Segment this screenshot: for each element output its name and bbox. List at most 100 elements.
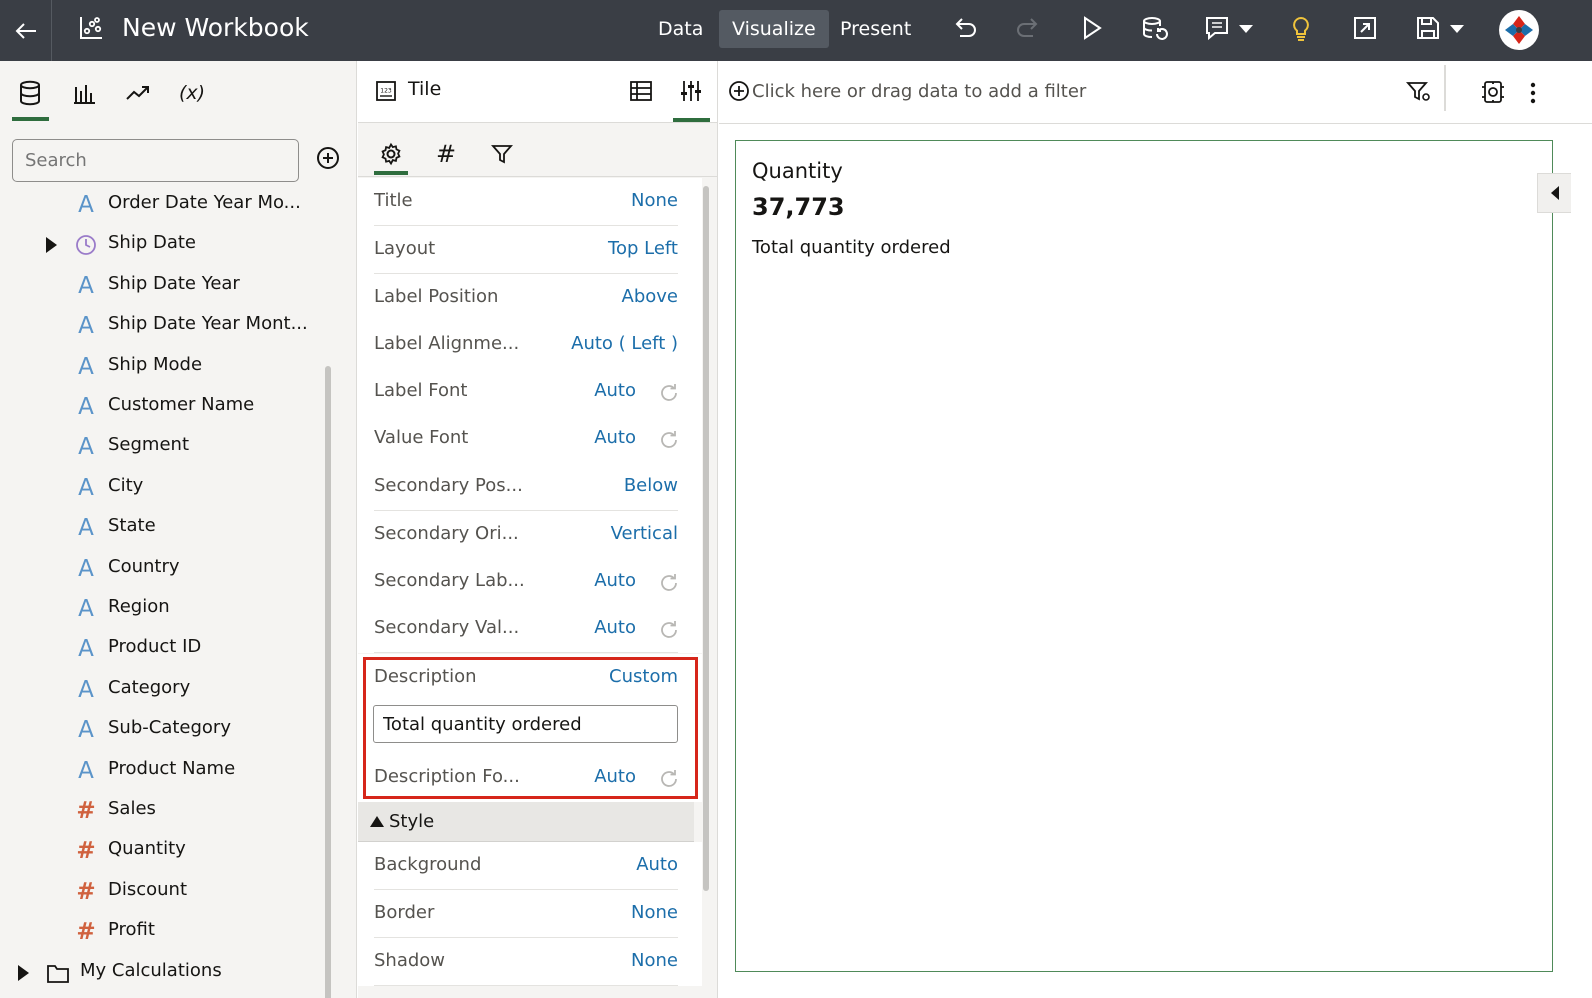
lightbulb-icon[interactable] [1289, 15, 1313, 43]
export-icon[interactable] [1352, 15, 1378, 41]
add-data-button[interactable] [316, 146, 340, 170]
field-item[interactable]: # Quantity [0, 831, 330, 871]
field-item[interactable]: # Discount [0, 872, 330, 912]
property-value[interactable]: Top Left [608, 238, 678, 259]
property-value[interactable]: Auto [594, 570, 636, 591]
filter-placeholder[interactable]: Click here or drag data to add a filter [752, 81, 1086, 102]
property-value[interactable]: Auto [594, 617, 636, 638]
plus-circle-icon [317, 147, 339, 169]
folder-icon [46, 959, 70, 987]
field-item[interactable]: A Customer Name [0, 387, 330, 427]
more-options-button[interactable] [1526, 80, 1540, 106]
property-row[interactable]: Background Auto [358, 842, 702, 890]
field-label: Quantity [108, 838, 186, 860]
field-item[interactable]: A Ship Mode [0, 347, 330, 387]
comment-icon[interactable] [1204, 15, 1260, 43]
nav-present[interactable]: Present [827, 10, 924, 48]
field-item[interactable]: # Profit [0, 912, 330, 952]
field-item[interactable]: A City [0, 468, 330, 508]
field-item[interactable]: # Sales [0, 791, 330, 831]
field-item[interactable]: A Region [0, 589, 330, 629]
field-item[interactable]: A Segment [0, 427, 330, 467]
property-row[interactable]: Secondary Ori... Vertical [358, 511, 702, 559]
scrollbar[interactable] [325, 366, 331, 998]
property-value[interactable]: Vertical [611, 523, 678, 544]
property-row[interactable]: Label Position Above [358, 274, 702, 322]
field-item[interactable]: A Country [0, 549, 330, 589]
field-label: Segment [108, 434, 189, 456]
attribute-icon: A [78, 474, 94, 501]
tab-general[interactable] [374, 137, 408, 171]
tab-filters[interactable] [485, 137, 519, 171]
reset-icon[interactable] [658, 429, 680, 451]
field-item[interactable]: A State [0, 508, 330, 548]
property-row[interactable]: Secondary Val... Auto [358, 605, 702, 653]
property-label: Secondary Pos... [374, 475, 523, 496]
property-row[interactable]: Secondary Pos... Below [358, 463, 702, 511]
nav-visualize[interactable]: Visualize [719, 10, 829, 48]
workbook-title[interactable]: New Workbook [122, 13, 309, 42]
field-item[interactable]: A Category [0, 670, 330, 710]
field-item[interactable]: A Sub-Category [0, 710, 330, 750]
property-value[interactable]: None [631, 902, 678, 923]
field-item[interactable]: Ship Date [0, 225, 330, 265]
field-label: Product Name [108, 757, 236, 779]
field-item[interactable]: A Ship Date Year Mont... [0, 306, 330, 346]
field-item[interactable]: A Product Name [0, 751, 330, 791]
property-value[interactable]: Above [622, 286, 678, 307]
tab-analytics[interactable] [120, 75, 156, 111]
field-item[interactable]: A Order Date Year Mo... [0, 185, 330, 225]
reset-icon[interactable] [658, 382, 680, 404]
tab-data[interactable] [12, 75, 48, 111]
property-row[interactable]: Label Font Auto [358, 368, 702, 416]
field-item[interactable]: My Calculations [0, 953, 330, 993]
attribute-icon: A [78, 272, 94, 299]
field-item[interactable]: A Ship Date Year [0, 266, 330, 306]
property-value[interactable]: Auto [636, 854, 678, 875]
undo-icon[interactable] [952, 15, 978, 41]
tile-value: 37,773 [752, 193, 845, 221]
reset-icon[interactable] [658, 572, 680, 594]
play-icon[interactable] [1080, 15, 1104, 41]
back-button[interactable] [0, 0, 52, 61]
property-row[interactable]: Border None [358, 890, 702, 938]
reset-icon[interactable] [658, 619, 680, 641]
property-value[interactable]: None [631, 950, 678, 971]
viz-type-label[interactable]: Tile [408, 78, 441, 100]
tab-calculations[interactable]: (x) [172, 75, 212, 111]
redo-icon[interactable] [1015, 15, 1041, 41]
filter-options-button[interactable] [1406, 80, 1432, 104]
property-row[interactable]: Layout Top Left [358, 226, 702, 274]
style-section-header[interactable]: Style [358, 802, 694, 842]
auto-apply-button[interactable] [1480, 79, 1506, 105]
property-value[interactable]: Auto ( Left ) [571, 333, 678, 354]
nav-data[interactable]: Data [645, 10, 716, 48]
tab-visualizations[interactable] [66, 75, 102, 111]
save-icon[interactable] [1415, 15, 1471, 43]
data-refresh-icon[interactable] [1141, 15, 1169, 43]
property-value[interactable]: Auto [594, 427, 636, 448]
tab-values[interactable]: # [429, 137, 463, 171]
property-row[interactable]: Label Alignme... Auto ( Left ) [358, 321, 702, 369]
tile-visualization[interactable]: Quantity 37,773 Total quantity ordered [735, 140, 1571, 972]
property-row[interactable]: Value Font Auto [358, 415, 702, 463]
grammar-panel-button[interactable] [629, 79, 653, 103]
property-value[interactable]: Below [624, 475, 678, 496]
field-label: State [108, 515, 156, 537]
property-row[interactable]: Secondary Lab... Auto [358, 558, 702, 606]
add-filter-icon[interactable] [728, 80, 750, 102]
property-value[interactable]: None [631, 190, 678, 211]
property-row[interactable]: Shadow None [358, 938, 702, 986]
attribute-icon: A [78, 192, 94, 218]
scrollbar[interactable] [703, 186, 709, 891]
field-item[interactable]: A Product ID [0, 629, 330, 669]
properties-panel-button[interactable] [679, 79, 703, 103]
avatar-icon[interactable] [1499, 10, 1539, 50]
expand-caret-icon[interactable] [46, 237, 57, 254]
expand-caret-icon[interactable] [18, 964, 29, 981]
expand-panel-button[interactable] [1537, 173, 1571, 213]
property-value[interactable]: Auto [594, 380, 636, 401]
svg-text:123: 123 [380, 88, 392, 95]
search-input[interactable] [12, 139, 299, 182]
property-row[interactable]: Title None [358, 178, 702, 226]
